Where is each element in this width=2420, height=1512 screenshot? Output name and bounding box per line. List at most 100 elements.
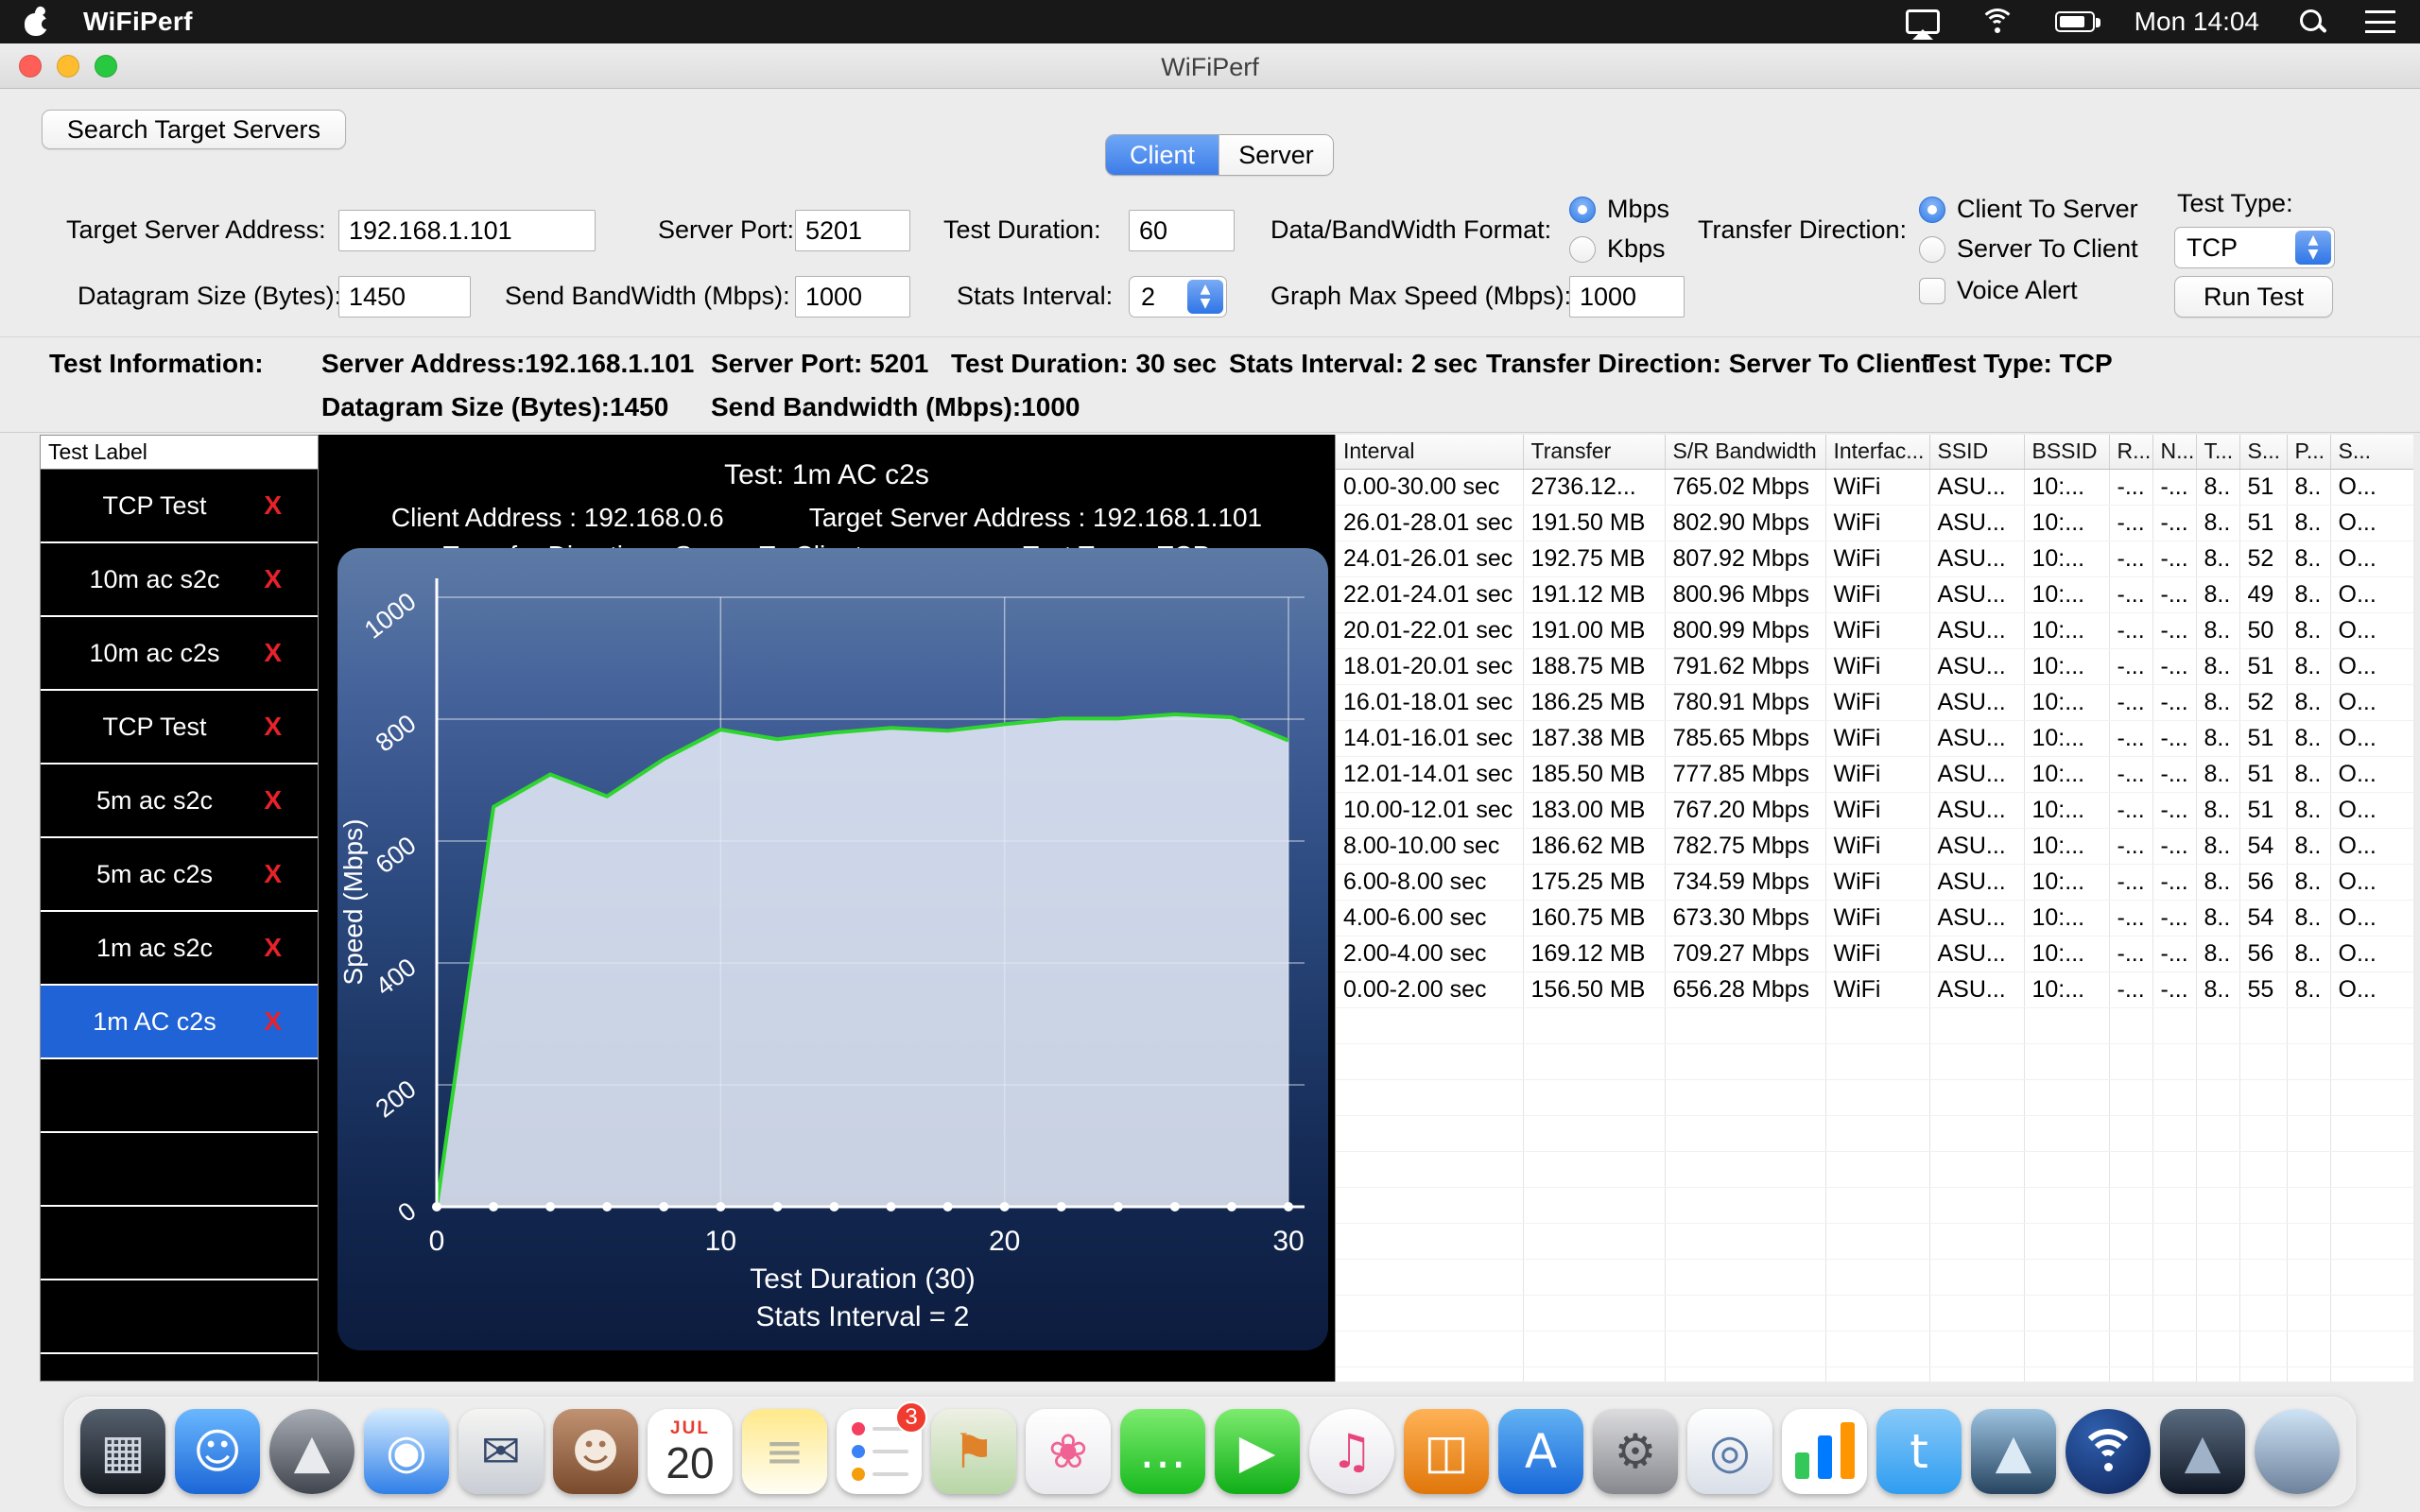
dock-icon-facetime[interactable]: ▶ [1215, 1409, 1300, 1494]
direction-server-to-client-radio[interactable]: Server To Client [1919, 234, 2138, 264]
delete-test-button[interactable]: X [264, 785, 282, 816]
format-mbps-radio[interactable]: Mbps [1569, 195, 1669, 224]
column-header[interactable]: Interfac... [1825, 435, 1929, 469]
datagram-size-input[interactable] [338, 276, 471, 318]
result-row[interactable]: 0.00-30.00 sec2736.12...765.02 MbpsWiFiA… [1336, 469, 2413, 505]
result-row[interactable]: 16.01-18.01 sec186.25 MB780.91 MbpsWiFiA… [1336, 684, 2413, 720]
search-target-servers-button[interactable]: Search Target Servers [42, 110, 346, 149]
notification-center-icon[interactable] [2365, 10, 2395, 33]
dock-icon-reminders[interactable]: 3 [837, 1409, 922, 1494]
result-row[interactable]: 10.00-12.01 sec183.00 MB767.20 MbpsWiFiA… [1336, 792, 2413, 828]
result-row[interactable]: 8.00-10.00 sec186.62 MB782.75 MbpsWiFiAS… [1336, 828, 2413, 864]
column-header[interactable]: N... [2152, 435, 2196, 469]
test-label-item[interactable]: 5m ac c2sX [41, 838, 318, 912]
voice-alert-checkbox[interactable]: Voice Alert [1919, 276, 2078, 305]
result-cell: 807.92 Mbps [1665, 541, 1825, 576]
dock-icon-launchpad[interactable]: ▲ [269, 1409, 354, 1494]
dock-icon-photo-file[interactable]: ▲ [2160, 1409, 2245, 1494]
dock-icon-mail[interactable]: ✉ [458, 1409, 544, 1494]
column-header[interactable]: P... [2287, 435, 2330, 469]
test-label-item[interactable]: 1m AC c2sX [41, 986, 318, 1059]
dock-icon-app-store[interactable]: A [1498, 1409, 1583, 1494]
column-header[interactable]: S... [2330, 435, 2413, 469]
info-test-type: Test Type: TCP [1924, 349, 2113, 379]
test-label-item[interactable]: 5m ac s2cX [41, 765, 318, 838]
dock-icon-wifi-analyzer[interactable] [2066, 1409, 2151, 1494]
result-row[interactable]: 0.00-2.00 sec156.50 MB656.28 MbpsWiFiASU… [1336, 971, 2413, 1007]
stats-interval-select[interactable]: 2 ▲▼ [1129, 276, 1227, 318]
dock-icon-screen-capture-app[interactable]: ▦ [80, 1409, 165, 1494]
graph-max-speed-input[interactable] [1569, 276, 1685, 318]
result-row[interactable]: 14.01-16.01 sec187.38 MB785.65 MbpsWiFiA… [1336, 720, 2413, 756]
column-header[interactable]: R... [2109, 435, 2152, 469]
dock-icon-ibooks[interactable]: ◫ [1404, 1409, 1489, 1494]
airplay-icon[interactable] [1906, 9, 1940, 34]
delete-test-button[interactable]: X [264, 638, 282, 668]
test-label-item[interactable]: TCP TestX [41, 470, 318, 543]
delete-test-button[interactable]: X [264, 1006, 282, 1037]
test-label-item[interactable]: 1m ac s2cX [41, 912, 318, 986]
test-type-select[interactable]: TCP ▲▼ [2174, 227, 2335, 268]
dock-icon-contacts[interactable]: ☻ [553, 1409, 638, 1494]
test-label-item[interactable]: 10m ac c2sX [41, 617, 318, 691]
dock-icon-photos[interactable]: ❀ [1026, 1409, 1111, 1494]
dock-icon-sphere-app[interactable] [2255, 1409, 2340, 1494]
dock-icon-safari[interactable]: ◉ [364, 1409, 449, 1494]
result-row[interactable]: 2.00-4.00 sec169.12 MB709.27 MbpsWiFiASU… [1336, 936, 2413, 971]
column-header[interactable]: SSID [1929, 435, 2024, 469]
result-row[interactable]: 22.01-24.01 sec191.12 MB800.96 MbpsWiFiA… [1336, 576, 2413, 612]
result-cell: 785.65 Mbps [1665, 720, 1825, 756]
column-header[interactable]: S... [2239, 435, 2287, 469]
column-header[interactable]: Interval [1336, 435, 1523, 469]
dock-icon-notes[interactable]: ≡ [742, 1409, 827, 1494]
server-port-input[interactable] [795, 210, 910, 251]
menubar-clock[interactable]: Mon 14:04 [2135, 7, 2259, 37]
delete-test-button[interactable]: X [264, 564, 282, 594]
run-test-button[interactable]: Run Test [2174, 276, 2333, 318]
dock-icon-itunes[interactable]: ♫ [1309, 1409, 1394, 1494]
column-header[interactable]: Transfer [1523, 435, 1665, 469]
speed-chart-svg: 020040060080010000102030Speed (Mbps)Test… [337, 548, 1328, 1350]
result-row[interactable]: 24.01-26.01 sec192.75 MB807.92 MbpsWiFiA… [1336, 541, 2413, 576]
dock-icon-twitter[interactable]: t [1876, 1409, 1962, 1494]
apple-menu-icon[interactable] [25, 8, 47, 36]
format-kbps-radio[interactable]: Kbps [1569, 234, 1666, 264]
test-duration-input[interactable] [1129, 210, 1235, 251]
dock-icon-messages[interactable]: … [1120, 1409, 1205, 1494]
direction-client-to-server-radio[interactable]: Client To Server [1919, 195, 2138, 224]
result-cell: 2.00-4.00 sec [1336, 936, 1523, 971]
dock-icon-image-viewer[interactable]: ▲ [1971, 1409, 2056, 1494]
column-header[interactable]: T... [2196, 435, 2239, 469]
delete-test-button[interactable]: X [264, 933, 282, 963]
delete-test-button[interactable]: X [264, 712, 282, 742]
send-bandwidth-input[interactable] [795, 276, 910, 318]
delete-test-button[interactable]: X [264, 490, 282, 521]
dock-icon-system-preferences[interactable]: ⚙ [1593, 1409, 1678, 1494]
test-label-item[interactable]: 10m ac s2cX [41, 543, 318, 617]
target-server-address-input[interactable] [338, 210, 596, 251]
wifi-icon[interactable] [1979, 9, 2015, 35]
menubar-app-name[interactable]: WiFiPerf [83, 7, 193, 37]
result-row[interactable]: 6.00-8.00 sec175.25 MB734.59 MbpsWiFiASU… [1336, 864, 2413, 900]
result-row[interactable]: 4.00-6.00 sec160.75 MB673.30 MbpsWiFiASU… [1336, 900, 2413, 936]
test-label-item[interactable]: TCP TestX [41, 691, 318, 765]
result-row[interactable]: 20.01-22.01 sec191.00 MB800.99 MbpsWiFiA… [1336, 612, 2413, 648]
dock-icon-finder[interactable]: ☺ [175, 1409, 260, 1494]
tab-client[interactable]: Client [1106, 135, 1219, 175]
battery-icon[interactable] [2055, 11, 2095, 32]
dock-icon-maps[interactable]: ⚑ [931, 1409, 1016, 1494]
tab-server[interactable]: Server [1219, 135, 1333, 175]
column-header[interactable]: BSSID [2024, 435, 2109, 469]
column-header[interactable]: S/R Bandwidth [1665, 435, 1825, 469]
contacts-glyph: ☻ [571, 1428, 620, 1475]
spotlight-icon[interactable] [2299, 9, 2325, 35]
calendar-month: JUL [670, 1418, 710, 1439]
dock-icon-chart-app[interactable] [1782, 1409, 1867, 1494]
result-row[interactable]: 26.01-28.01 sec191.50 MB802.90 MbpsWiFiA… [1336, 505, 2413, 541]
dock-icon-calendar[interactable]: JUL20 [648, 1409, 733, 1494]
result-row[interactable]: 18.01-20.01 sec188.75 MB791.62 MbpsWiFiA… [1336, 648, 2413, 684]
dock-icon-preview[interactable]: ◎ [1687, 1409, 1772, 1494]
result-row[interactable]: 12.01-14.01 sec185.50 MB777.85 MbpsWiFiA… [1336, 756, 2413, 792]
result-cell: -... [2109, 541, 2152, 576]
delete-test-button[interactable]: X [264, 859, 282, 889]
